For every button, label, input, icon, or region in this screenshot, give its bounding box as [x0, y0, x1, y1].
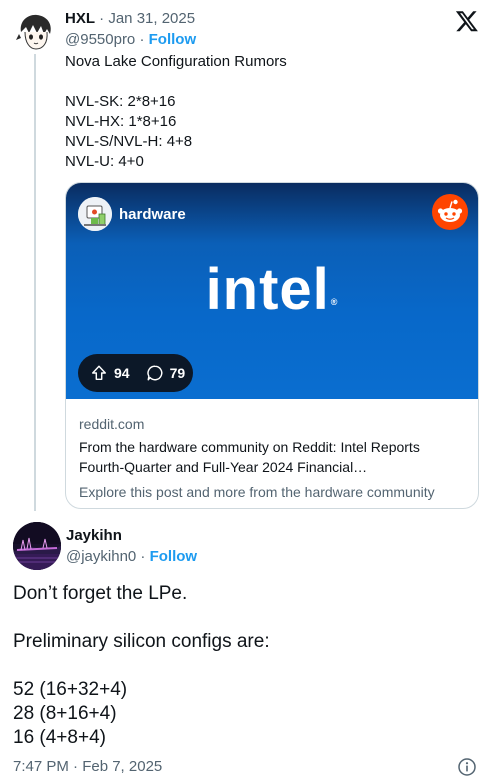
link-preview-image[interactable]: hardware intel® 94 79	[66, 183, 478, 399]
upvote-stat: 94	[90, 364, 130, 382]
tweet-line: Nova Lake Configuration Rumors	[65, 53, 287, 70]
upvote-count: 94	[114, 365, 130, 381]
tweet-date[interactable]: Jan 31, 2025	[108, 10, 195, 27]
reply-line-blank	[13, 606, 478, 630]
original-tweet-subheader: @9550pro · Follow	[65, 31, 196, 49]
comment-icon	[146, 365, 163, 381]
link-title-line: From the hardware community on Reddit: I…	[79, 439, 420, 455]
link-title: From the hardware community on Reddit: I…	[79, 437, 469, 477]
tweet-line: NVL-HX: 1*8+16	[65, 113, 177, 130]
link-title-line: Fourth-Quarter and Full-Year 2024 Financ…	[79, 459, 368, 475]
link-preview-card[interactable]: hardware intel® 94 79 reddit.com From th…	[65, 182, 479, 509]
link-description: Explore this post and more from the hard…	[79, 484, 435, 500]
reply-handle-separator: ·	[136, 548, 150, 565]
tweet-line: NVL-S/NVL-H: 4+8	[65, 133, 193, 150]
brand-word: intel	[205, 257, 330, 322]
upvote-icon	[91, 365, 107, 381]
subreddit-avatar	[78, 197, 112, 231]
post-stats-pill: 94 79	[78, 354, 193, 392]
author-name[interactable]: HXL	[65, 10, 95, 27]
link-domain: reddit.com	[79, 416, 145, 432]
follow-button[interactable]: Follow	[149, 31, 197, 48]
brand-registered-mark: ®	[330, 297, 339, 307]
reply-tweet-text: Don’t forget the LPe. Preliminary silico…	[13, 582, 478, 750]
comment-stat: 79	[146, 364, 186, 382]
reply-timestamp[interactable]: 7:47 PM · Feb 7, 2025	[13, 758, 162, 776]
reply-author-name[interactable]: Jaykihn	[66, 527, 122, 545]
header-separator: ·	[95, 10, 109, 27]
reply-line: Preliminary silicon configs are:	[13, 631, 270, 652]
tweet-line: NVL-SK: 2*8+16	[65, 93, 176, 110]
reddit-logo-icon	[432, 194, 468, 230]
reply-author-handle[interactable]: @jaykihn0	[66, 548, 136, 565]
reply-line: 28 (8+16+4)	[13, 703, 117, 724]
x-logo-icon[interactable]	[455, 9, 479, 33]
tweet-line: NVL-U: 4+0	[65, 153, 144, 170]
reply-line-blank	[13, 654, 478, 678]
comment-count: 79	[169, 365, 186, 381]
jaykihn-avatar[interactable]	[13, 522, 61, 570]
author-handle[interactable]: @9550pro	[65, 31, 135, 48]
reply-line: 52 (16+32+4)	[13, 679, 128, 700]
handle-separator: ·	[135, 31, 149, 48]
hxl-avatar[interactable]	[13, 10, 57, 54]
original-tweet-text: Nova Lake Configuration Rumors NVL-SK: 2…	[65, 52, 475, 172]
link-preview-meta[interactable]: reddit.com From the hardware community o…	[79, 415, 469, 501]
subreddit-name: hardware	[119, 206, 186, 223]
reply-line: Don’t forget the LPe.	[13, 583, 188, 604]
reply-line: 16 (4+8+4)	[13, 727, 106, 748]
original-tweet-header: HXL · Jan 31, 2025	[65, 10, 195, 28]
info-icon[interactable]	[457, 757, 477, 777]
reply-follow-button[interactable]: Follow	[150, 548, 198, 565]
intel-logo-text: intel®	[66, 257, 478, 335]
reply-subheader: @jaykihn0 · Follow	[66, 548, 197, 566]
thread-connector-line	[34, 54, 36, 511]
